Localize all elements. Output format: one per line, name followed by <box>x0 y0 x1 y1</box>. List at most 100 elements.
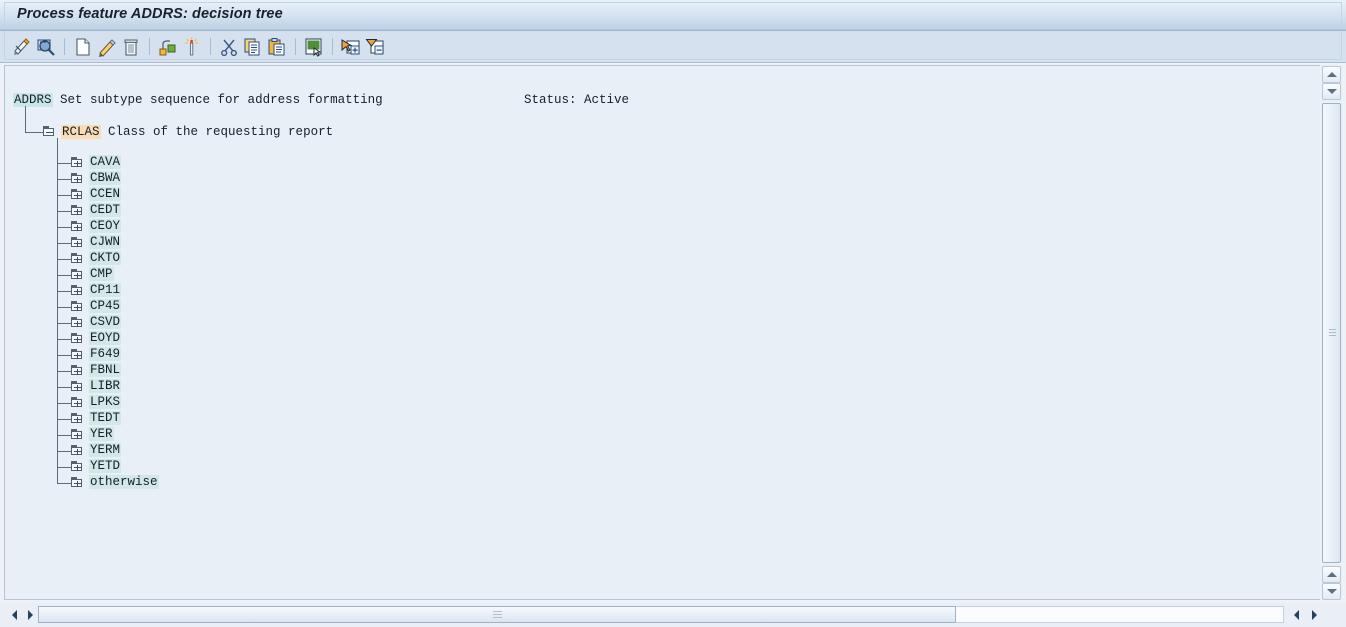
folder-plus-icon[interactable] <box>71 477 84 488</box>
tree-node-lpks[interactable]: LPKS <box>71 395 122 411</box>
plus-mark-vertical <box>77 400 78 407</box>
triangle-down-icon <box>1326 89 1337 94</box>
tree-node-libr[interactable]: LIBR <box>71 379 122 395</box>
plus-mark-vertical <box>77 432 78 439</box>
tree-connector-horizontal <box>57 259 71 260</box>
tree-node-label: CKTO <box>89 251 122 265</box>
tree-node-f649[interactable]: F649 <box>71 347 122 363</box>
plus-mark-vertical <box>77 208 78 215</box>
horizontal-scroll-thumb[interactable] <box>38 606 956 623</box>
folder-plus-icon[interactable] <box>71 381 84 392</box>
structure-nodes-icon[interactable] <box>156 35 180 59</box>
folder-plus-icon[interactable] <box>71 317 84 328</box>
tree-connector-horizontal <box>57 291 71 292</box>
tree-node-label: otherwise <box>89 475 159 489</box>
tree-node-otherwise[interactable]: otherwise <box>71 475 159 491</box>
folder-plus-icon[interactable] <box>71 173 84 184</box>
folder-plus-icon[interactable] <box>71 461 84 472</box>
change-pencil-icon[interactable] <box>95 35 119 59</box>
tree-root-row[interactable]: ADDRS Set subtype sequence for address f… <box>13 93 383 107</box>
tree-node-cp45[interactable]: CP45 <box>71 299 122 315</box>
scroll-left-button-right[interactable] <box>1288 606 1304 623</box>
folder-minus-icon[interactable] <box>43 126 56 137</box>
folder-plus-icon[interactable] <box>71 333 84 344</box>
magic-wand-icon[interactable] <box>180 35 204 59</box>
tree-node-fbnl[interactable]: FBNL <box>71 363 122 379</box>
triangle-right-icon <box>27 609 33 620</box>
tree-node-cmp[interactable]: CMP <box>71 267 114 283</box>
create-document-icon[interactable] <box>71 35 95 59</box>
folder-plus-icon[interactable] <box>71 301 84 312</box>
tree-node-yetd[interactable]: YETD <box>71 459 122 475</box>
tree-node-rclas-description: Class of the requesting report <box>108 125 334 139</box>
folder-plus-icon[interactable] <box>71 445 84 456</box>
folder-plus-icon[interactable] <box>71 237 84 248</box>
tree-node-cava[interactable]: CAVA <box>71 155 122 171</box>
tree-node-label: LPKS <box>89 395 122 409</box>
tree-node-label: CCEN <box>89 187 122 201</box>
folder-plus-icon[interactable] <box>71 397 84 408</box>
page-title: Process feature ADDRS: decision tree <box>17 6 283 22</box>
tree-node-yerm[interactable]: YERM <box>71 443 122 459</box>
cut-scissors-icon[interactable] <box>217 35 241 59</box>
tree-node-rclas[interactable]: RCLAS Class of the requesting report <box>43 124 333 140</box>
plus-mark-vertical <box>77 464 78 471</box>
collapse-subtree-glyph <box>365 37 385 57</box>
tree-node-cjwn[interactable]: CJWN <box>71 235 122 251</box>
scroll-right-button-right[interactable] <box>1306 606 1322 623</box>
scroll-thumb-grip <box>1329 329 1336 337</box>
folder-plus-icon[interactable] <box>71 205 84 216</box>
scroll-left-button[interactable] <box>6 606 22 623</box>
scroll-up-button[interactable] <box>1322 66 1341 83</box>
paste-clipboard-icon[interactable] <box>265 35 289 59</box>
vertical-scrollbar[interactable] <box>1321 65 1342 600</box>
copy-pages-icon[interactable] <box>241 35 265 59</box>
tree-node-cedt[interactable]: CEDT <box>71 203 122 219</box>
paste-clipboard-glyph <box>267 37 287 57</box>
tree-node-cbwa[interactable]: CBWA <box>71 171 122 187</box>
tree-node-tedt[interactable]: TEDT <box>71 411 122 427</box>
scroll-up-button-bottom[interactable] <box>1322 566 1341 583</box>
check-pencil-icon[interactable] <box>10 35 34 59</box>
tree-node-eoyd[interactable]: EOYD <box>71 331 122 347</box>
expand-subtree-glyph <box>341 37 361 57</box>
scroll-down-button-bottom[interactable] <box>1322 583 1341 600</box>
sap-feature-decision-tree-window: Process feature ADDRS: decision tree ADD… <box>0 0 1346 627</box>
folder-plus-icon[interactable] <box>71 253 84 264</box>
tree-connector-horizontal <box>57 355 71 356</box>
tree-node-ceoy[interactable]: CEOY <box>71 219 122 235</box>
folder-plus-icon[interactable] <box>71 349 84 360</box>
tree-node-label: CEOY <box>89 219 122 233</box>
vertical-scroll-thumb[interactable] <box>1322 103 1341 563</box>
tree-node-csvd[interactable]: CSVD <box>71 315 122 331</box>
tree-node-rclas-code: RCLAS <box>61 125 101 139</box>
folder-plus-icon[interactable] <box>71 189 84 200</box>
tree-node-label: YETD <box>89 459 122 473</box>
overview-window-glyph <box>304 37 324 57</box>
folder-plus-icon[interactable] <box>71 413 84 424</box>
horizontal-scrollbar[interactable] <box>0 603 1346 627</box>
folder-plus-icon[interactable] <box>71 429 84 440</box>
tree-connector-horizontal <box>57 211 71 212</box>
scroll-down-button[interactable] <box>1322 83 1341 100</box>
overview-window-icon[interactable] <box>302 35 326 59</box>
tree-node-ccen[interactable]: CCEN <box>71 187 122 203</box>
tree-node-ckto[interactable]: CKTO <box>71 251 122 267</box>
collapse-subtree-icon[interactable] <box>363 35 387 59</box>
plus-mark-vertical <box>77 304 78 311</box>
tree-node-cp11[interactable]: CP11 <box>71 283 122 299</box>
tree-node-label: CBWA <box>89 171 122 185</box>
folder-plus-icon[interactable] <box>71 365 84 376</box>
tree-node-yer[interactable]: YER <box>71 427 114 443</box>
folder-plus-icon[interactable] <box>71 221 84 232</box>
create-document-glyph <box>73 37 93 57</box>
tree-connector-horizontal <box>57 483 71 484</box>
folder-plus-icon[interactable] <box>71 157 84 168</box>
folder-plus-icon[interactable] <box>71 285 84 296</box>
folder-plus-icon[interactable] <box>71 269 84 280</box>
display-magnifier-icon[interactable] <box>34 35 58 59</box>
delete-trash-icon[interactable] <box>119 35 143 59</box>
plus-mark-vertical <box>77 176 78 183</box>
expand-subtree-icon[interactable] <box>339 35 363 59</box>
scroll-right-button[interactable] <box>22 606 38 623</box>
